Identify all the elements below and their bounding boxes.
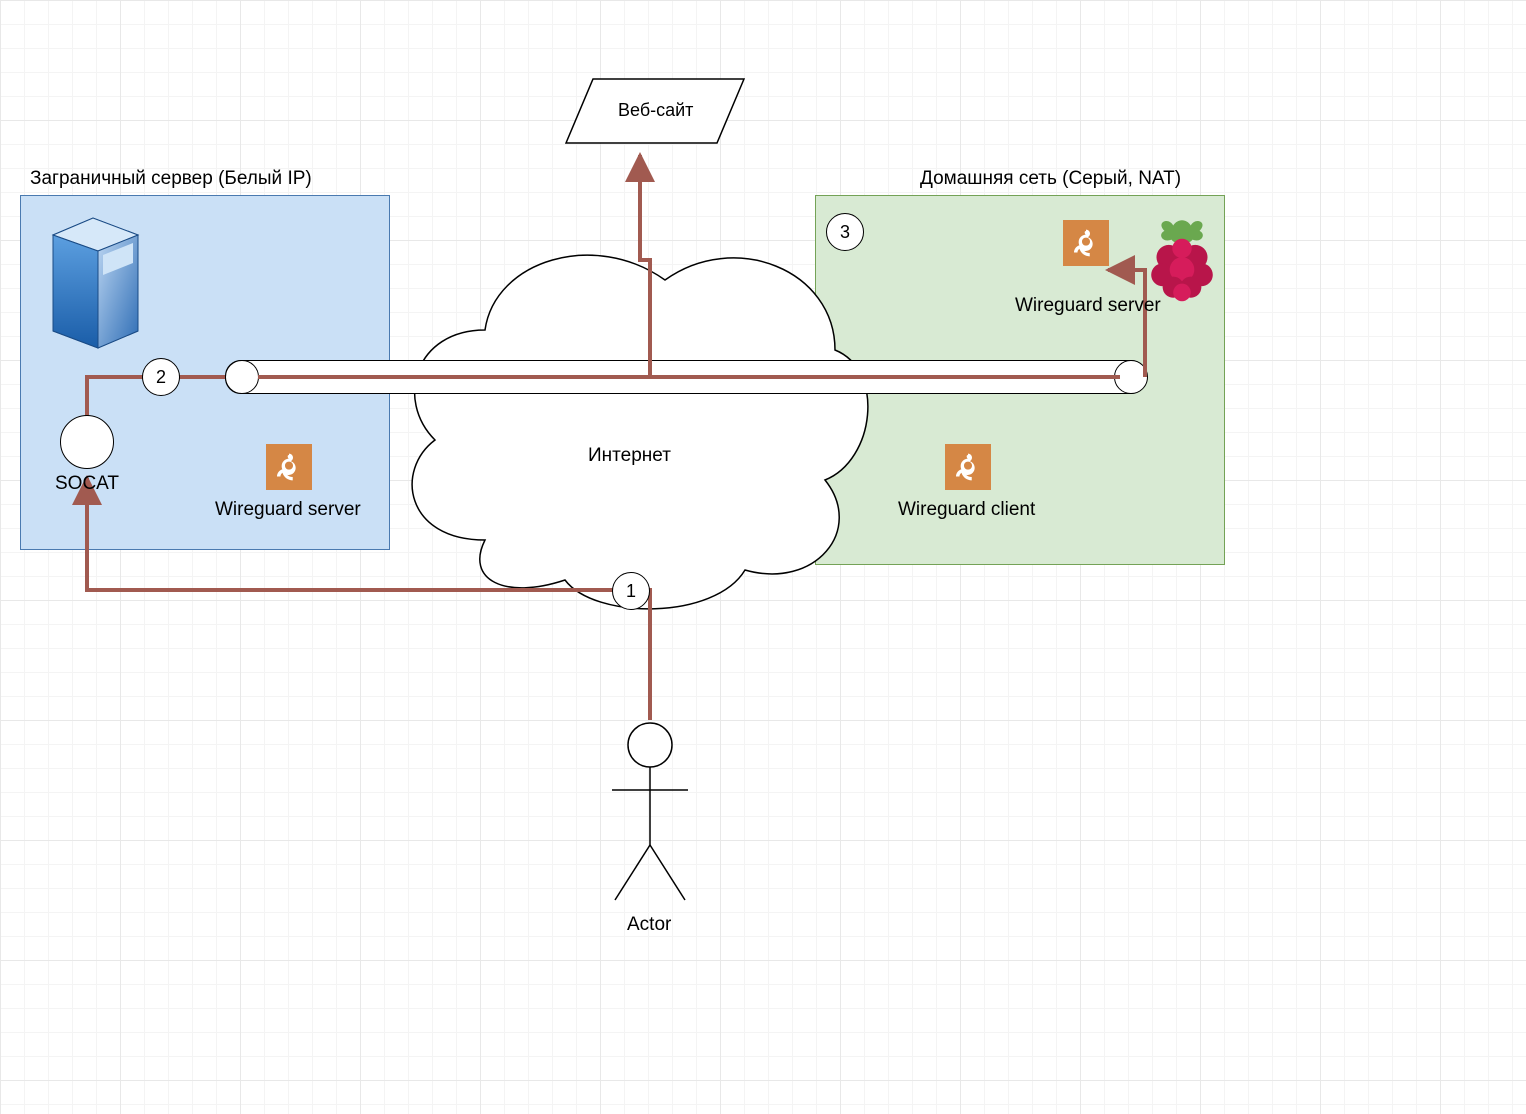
step-1-label: 1 <box>626 581 636 602</box>
actor-label: Actor <box>627 914 671 936</box>
wireguard-server-foreign-icon <box>266 444 312 490</box>
cloud-shape <box>385 200 875 620</box>
raspberry-pi-icon <box>1138 215 1226 303</box>
step-2-label: 2 <box>156 367 166 388</box>
socat-label: SOCAT <box>55 473 119 495</box>
wireguard-client-icon <box>945 444 991 490</box>
socat-node <box>60 415 114 469</box>
step-3: 3 <box>826 213 864 251</box>
step-1: 1 <box>612 572 650 610</box>
step-2: 2 <box>142 358 180 396</box>
website-label: Веб-сайт <box>618 100 693 121</box>
wireguard-server-foreign-label: Wireguard server <box>215 499 361 521</box>
wireguard-client-label: Wireguard client <box>898 499 1035 521</box>
server-icon <box>48 213 143 351</box>
vpn-tunnel-pipe <box>225 360 1147 394</box>
foreign-server-title: Заграничный сервер (Белый IP) <box>30 168 312 190</box>
actor-icon <box>600 715 700 915</box>
step-3-label: 3 <box>840 222 850 243</box>
diagram-layer: Заграничный сервер (Белый IP) Домашняя с… <box>0 0 1526 1114</box>
internet-label: Интернет <box>588 445 671 467</box>
home-network-title: Домашняя сеть (Серый, NAT) <box>920 168 1181 190</box>
wireguard-server-home-icon <box>1063 220 1109 266</box>
